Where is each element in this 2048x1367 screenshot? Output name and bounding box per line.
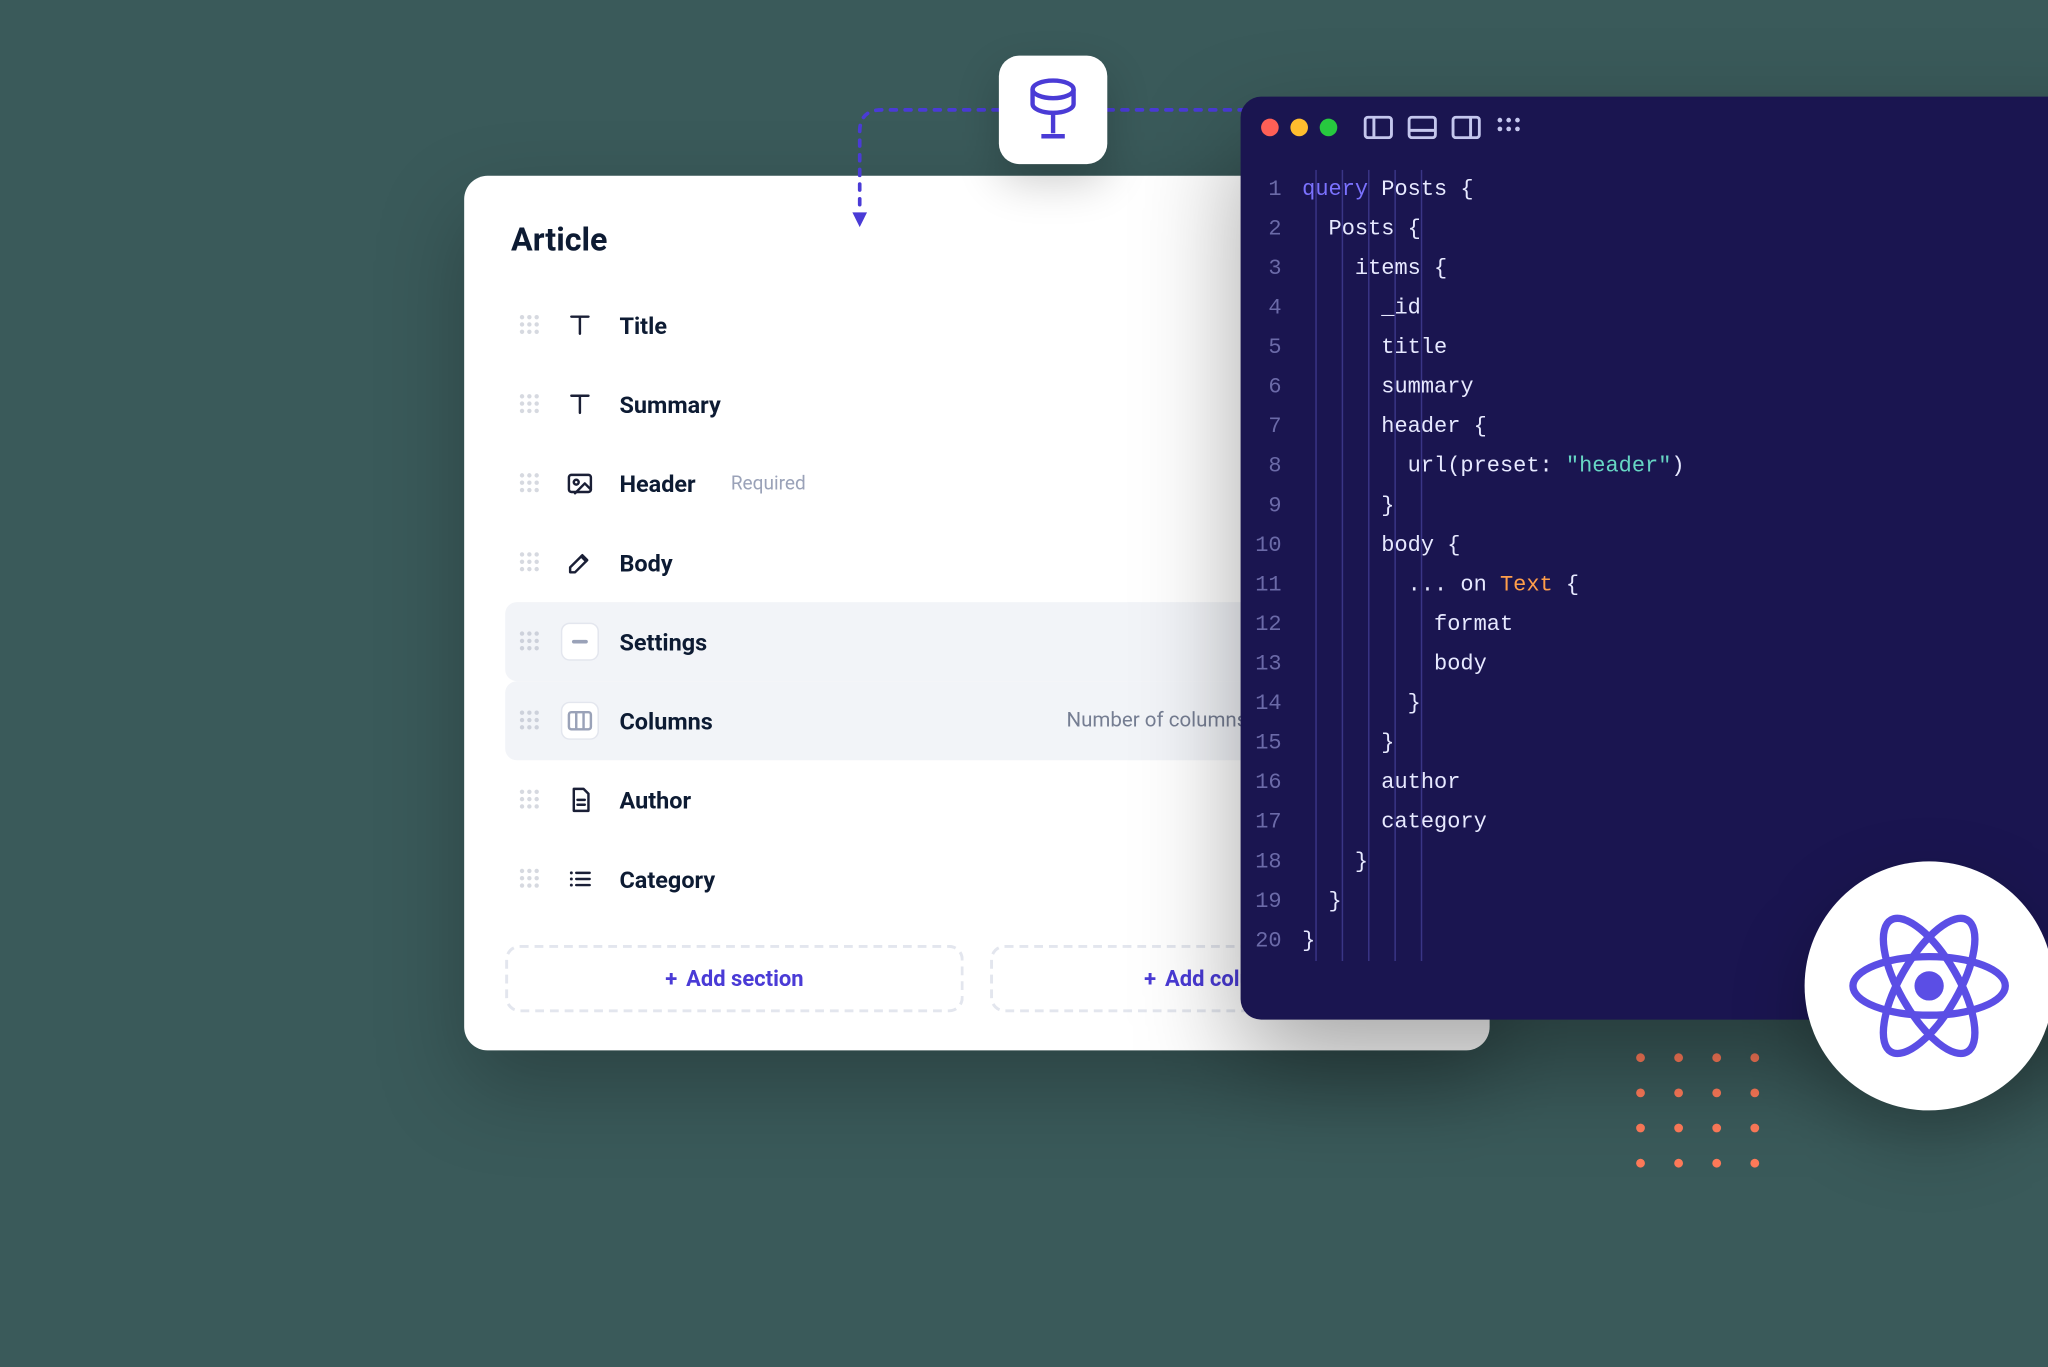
layout-bottom-icon[interactable]	[1408, 116, 1437, 139]
field-label: Body	[619, 549, 672, 577]
add-section-button[interactable]: + Add section	[505, 945, 964, 1012]
layout-right-icon[interactable]	[1452, 116, 1481, 139]
list-icon	[565, 864, 594, 893]
image-icon	[565, 469, 594, 498]
code-content[interactable]: query Posts { Posts { items { _id title …	[1302, 170, 1684, 961]
text-icon	[565, 390, 594, 419]
database-icon	[1024, 78, 1083, 142]
grid-drag-icon[interactable]	[1495, 116, 1521, 139]
dash-icon	[565, 627, 594, 656]
field-label: Author	[619, 786, 691, 814]
field-type-icon	[561, 306, 599, 344]
field-label: Columns	[619, 707, 712, 735]
react-badge	[1805, 861, 2048, 1110]
field-type-icon	[561, 702, 599, 740]
field-label: Category	[619, 865, 715, 893]
code-gutter: 1234567891011121314151617181920	[1255, 170, 1302, 961]
columns-prompt: Number of columns:	[1066, 709, 1252, 732]
drag-handle-icon[interactable]	[520, 552, 541, 573]
field-type-icon	[561, 385, 599, 423]
field-type-icon	[561, 543, 599, 581]
decorative-dot-grid	[1636, 1053, 1765, 1173]
react-icon	[1841, 898, 2017, 1074]
layout-left-icon[interactable]	[1364, 116, 1393, 139]
columns-icon	[565, 706, 594, 735]
field-label: Header	[619, 470, 695, 498]
drag-handle-icon[interactable]	[520, 711, 541, 732]
drag-handle-icon[interactable]	[520, 790, 541, 811]
drag-handle-icon[interactable]	[520, 473, 541, 494]
drag-handle-icon[interactable]	[520, 394, 541, 415]
field-label: Summary	[619, 390, 720, 418]
maximize-icon[interactable]	[1320, 119, 1338, 137]
field-type-icon	[561, 781, 599, 819]
code-titlebar	[1241, 97, 2048, 159]
minimize-icon[interactable]	[1290, 119, 1308, 137]
text-icon	[565, 311, 594, 340]
plus-icon: +	[1144, 965, 1156, 991]
plus-icon: +	[665, 965, 677, 991]
field-type-icon	[561, 464, 599, 502]
document-icon	[565, 785, 594, 814]
drag-handle-icon[interactable]	[520, 869, 541, 890]
field-type-icon	[561, 623, 599, 661]
field-type-icon	[561, 860, 599, 898]
close-icon[interactable]	[1261, 119, 1279, 137]
drag-handle-icon[interactable]	[520, 631, 541, 652]
drag-handle-icon[interactable]	[520, 315, 541, 336]
field-label: Title	[619, 311, 667, 339]
window-traffic-lights[interactable]	[1261, 119, 1337, 137]
required-badge: Required	[731, 472, 806, 494]
database-node[interactable]	[999, 56, 1107, 164]
edit-icon	[565, 548, 594, 577]
field-label: Settings	[619, 628, 707, 656]
